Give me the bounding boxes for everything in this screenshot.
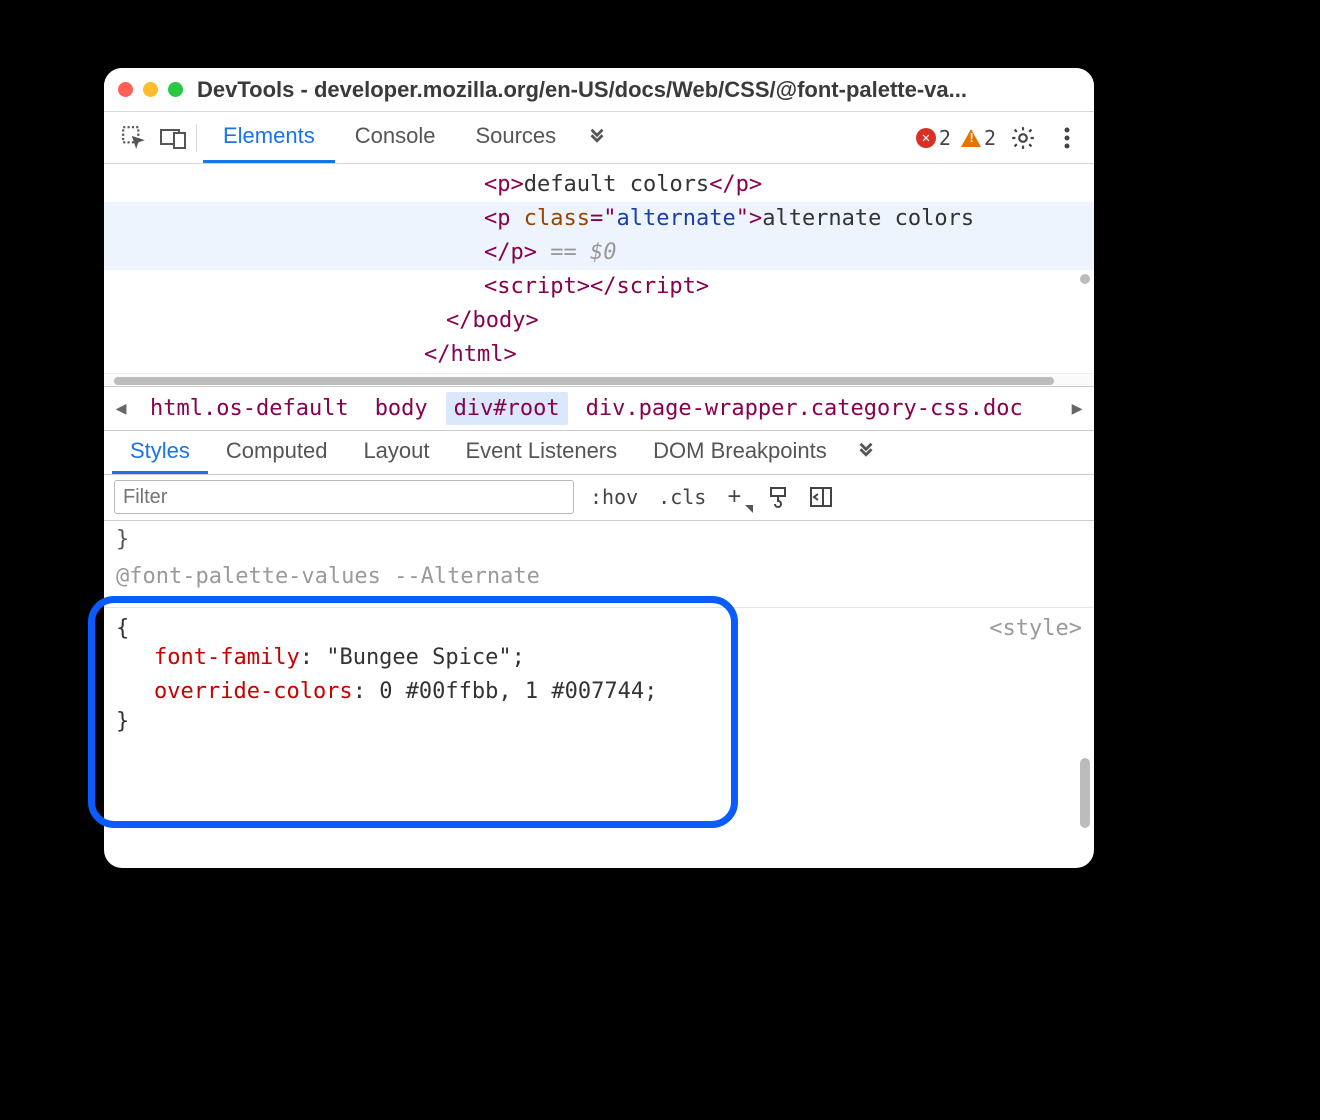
breadcrumb-item[interactable]: body: [367, 392, 436, 425]
warning-icon: [961, 129, 981, 147]
dom-line-selected[interactable]: <p class="alternate">alternate colors: [104, 202, 1094, 236]
main-toolbar: Elements Console Sources ✕ 2 2: [104, 112, 1094, 164]
errors-badge[interactable]: ✕ 2: [916, 126, 951, 150]
settings-icon[interactable]: [1006, 121, 1040, 155]
styles-toolbar: :hov .cls +: [104, 475, 1094, 521]
dom-line[interactable]: </html>: [104, 338, 1094, 372]
dom-line[interactable]: <p>default colors</p>: [104, 168, 1094, 202]
new-style-rule-icon[interactable]: +: [722, 482, 752, 512]
scrollbar-thumb[interactable]: [114, 377, 1054, 385]
tab-elements[interactable]: Elements: [203, 112, 335, 163]
dom-line-selected-close[interactable]: </p> == $0: [104, 236, 1094, 270]
error-icon: ✕: [916, 128, 936, 148]
vertical-scrollbar[interactable]: [1080, 758, 1090, 828]
device-toolbar-icon[interactable]: [154, 118, 194, 158]
at-rule-header[interactable]: @font-palette-values --Alternate: [116, 564, 1082, 597]
dom-breadcrumb: ◀ html.os-default body div#root div.page…: [104, 387, 1094, 431]
errors-count: 2: [939, 126, 951, 150]
css-property[interactable]: override-colors: [154, 679, 353, 704]
tab-computed[interactable]: Computed: [208, 431, 346, 474]
dom-tree[interactable]: <p>default colors</p> <p class="alternat…: [104, 164, 1094, 387]
css-property[interactable]: font-family: [154, 645, 300, 670]
dom-line[interactable]: <script></script>: [104, 270, 1094, 304]
css-value[interactable]: 0 #00ffbb, 1 #007744: [379, 679, 644, 704]
dom-line[interactable]: </body>: [104, 304, 1094, 338]
styles-tabs: Styles Computed Layout Event Listeners D…: [104, 431, 1094, 475]
zoom-window-button[interactable]: [168, 82, 183, 97]
inspect-element-icon[interactable]: [114, 118, 154, 158]
warnings-count: 2: [984, 126, 996, 150]
window-controls: [118, 82, 183, 97]
toolbar-divider: [196, 124, 197, 152]
toolbar-right: ✕ 2 2: [916, 121, 1084, 155]
tab-sources[interactable]: Sources: [455, 112, 576, 163]
hov-toggle[interactable]: :hov: [586, 483, 642, 511]
selected-marker: == $0: [550, 240, 616, 265]
window-title: DevTools - developer.mozilla.org/en-US/d…: [197, 77, 1080, 103]
css-declaration[interactable]: font-family: "Bungee Spice";: [154, 641, 1082, 675]
styles-tabs-overflow-icon[interactable]: [845, 431, 887, 474]
tab-layout[interactable]: Layout: [345, 431, 447, 474]
close-window-button[interactable]: [118, 82, 133, 97]
breadcrumb-left-arrow[interactable]: ◀: [110, 397, 132, 419]
rule-body: font-family: "Bungee Spice"; override-co…: [116, 641, 1082, 709]
paint-brush-icon[interactable]: [764, 482, 794, 512]
vertical-scrollbar[interactable]: [1080, 274, 1090, 284]
tabs-overflow-icon[interactable]: [576, 112, 618, 163]
rule-open-brace: {: [116, 616, 129, 641]
breadcrumb-item[interactable]: html.os-default: [142, 392, 357, 425]
panel-tabs: Elements Console Sources: [203, 112, 618, 163]
breadcrumb-item-active[interactable]: div#root: [446, 392, 568, 425]
tab-console[interactable]: Console: [335, 112, 456, 163]
devtools-window: DevTools - developer.mozilla.org/en-US/d…: [104, 68, 1094, 868]
tab-styles[interactable]: Styles: [112, 431, 208, 474]
dom-text: alternate colors: [762, 206, 974, 231]
titlebar: DevTools - developer.mozilla.org/en-US/d…: [104, 68, 1094, 112]
rule-close-brace: }: [116, 709, 1082, 734]
tab-dom-breakpoints[interactable]: DOM Breakpoints: [635, 431, 845, 474]
horizontal-scrollbar[interactable]: [104, 373, 1094, 387]
breadcrumb-right-arrow[interactable]: ▶: [1066, 397, 1088, 419]
dom-text: default colors: [524, 172, 709, 197]
css-value[interactable]: "Bungee Spice": [326, 645, 511, 670]
rule-close-brace: }: [116, 527, 1082, 552]
breadcrumb-item[interactable]: div.page-wrapper.category-css.doc: [578, 392, 1056, 425]
warnings-badge[interactable]: 2: [961, 126, 996, 150]
minimize-window-button[interactable]: [143, 82, 158, 97]
tab-event-listeners[interactable]: Event Listeners: [448, 431, 636, 474]
more-menu-icon[interactable]: [1050, 121, 1084, 155]
style-source-link[interactable]: <style>: [989, 616, 1082, 641]
cls-toggle[interactable]: .cls: [654, 483, 710, 511]
rule-divider: [104, 607, 1094, 608]
css-declaration[interactable]: override-colors: 0 #00ffbb, 1 #007744;: [154, 675, 1082, 709]
styles-filter-input[interactable]: [114, 480, 574, 514]
computed-sidebar-toggle-icon[interactable]: [806, 482, 836, 512]
styles-pane[interactable]: } @font-palette-values --Alternate <styl…: [104, 521, 1094, 868]
